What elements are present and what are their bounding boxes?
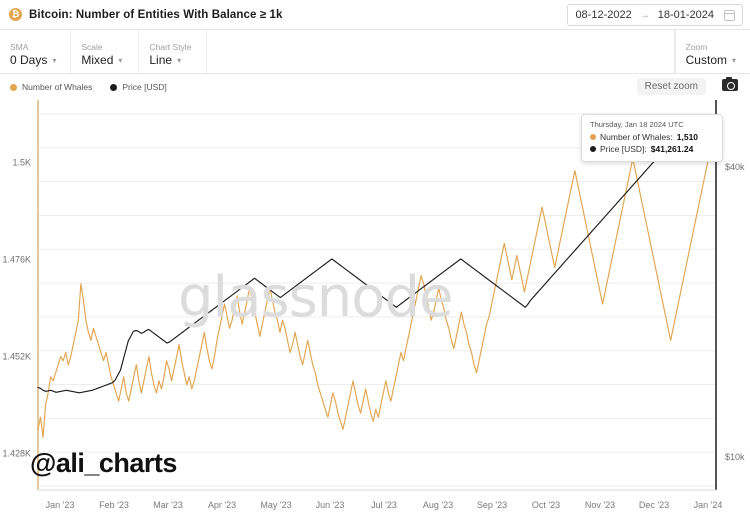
- control-chart-style-value[interactable]: Line ▾: [149, 53, 192, 68]
- control-scale-value[interactable]: Mixed ▾: [81, 53, 124, 68]
- author-handle-watermark: @ali_charts: [30, 448, 177, 478]
- svg-text:Nov '23: Nov '23: [585, 500, 615, 510]
- svg-text:$40k: $40k: [725, 162, 745, 172]
- svg-text:May '23: May '23: [260, 500, 291, 510]
- tooltip-row-whales: Number of Whales: 1,510: [590, 131, 714, 143]
- legend-label-price: Price [USD]: [122, 82, 167, 92]
- svg-text:$10k: $10k: [725, 452, 745, 462]
- svg-text:Jan '23: Jan '23: [46, 500, 75, 510]
- control-zoom-value-text: Custom: [685, 52, 727, 67]
- date-range-picker[interactable]: 08-12-2022 → 18-01-2024: [567, 4, 743, 26]
- legend-bar: Number of Whales Price [USD] Reset zoom: [0, 74, 750, 100]
- control-scale[interactable]: Scale Mixed ▾: [71, 30, 140, 73]
- title-wrap: ₿ Bitcoin: Number of Entities With Balan…: [0, 8, 283, 21]
- control-zoom-label: Zoom: [685, 41, 708, 52]
- legend-label-whales: Number of Whales: [22, 82, 93, 92]
- control-sma-value-text: 0 Days: [10, 52, 48, 67]
- tooltip-dot-price: [590, 146, 596, 152]
- date-range-arrow: →: [639, 9, 650, 21]
- svg-text:Oct '23: Oct '23: [532, 500, 560, 510]
- svg-text:Jun '23: Jun '23: [316, 500, 345, 510]
- control-zoom[interactable]: Zoom Custom ▾: [674, 30, 750, 73]
- svg-text:1.476K: 1.476K: [2, 255, 31, 265]
- calendar-icon[interactable]: [724, 9, 735, 21]
- svg-text:1.428K: 1.428K: [2, 449, 31, 459]
- chevron-down-icon: ▾: [177, 55, 182, 65]
- date-to[interactable]: 18-01-2024: [658, 9, 714, 21]
- tooltip-dot-whales: [590, 134, 596, 140]
- page-title: Bitcoin: Number of Entities With Balance…: [29, 8, 283, 21]
- chart-header: ₿ Bitcoin: Number of Entities With Balan…: [0, 0, 750, 30]
- tooltip-label-whales: Number of Whales:: [600, 132, 673, 142]
- camera-icon[interactable]: [722, 77, 738, 91]
- svg-text:1.452K: 1.452K: [2, 352, 31, 362]
- svg-text:Aug '23: Aug '23: [423, 500, 453, 510]
- control-scale-label: Scale: [81, 41, 103, 52]
- control-sma-label: SMA: [10, 41, 29, 52]
- svg-text:Mar '23: Mar '23: [153, 500, 183, 510]
- controls-spacer: [207, 30, 675, 73]
- chevron-down-icon: ▾: [52, 55, 57, 65]
- tooltip-value-price: $41,261.24: [650, 144, 694, 154]
- control-chart-style-value-text: Line: [149, 52, 173, 67]
- control-chart-style-label: Chart Style: [149, 41, 192, 52]
- chevron-down-icon: ▾: [118, 55, 123, 65]
- svg-text:Jul '23: Jul '23: [371, 500, 397, 510]
- control-scale-value-text: Mixed: [81, 52, 114, 67]
- date-from[interactable]: 08-12-2022: [575, 9, 631, 21]
- control-sma[interactable]: SMA 0 Days ▾: [0, 30, 72, 73]
- svg-text:Feb '23: Feb '23: [99, 500, 129, 510]
- svg-text:Jan '24: Jan '24: [694, 500, 723, 510]
- chevron-down-icon: ▾: [731, 55, 736, 65]
- tooltip-date: Thursday, Jan 18 2024 UTC: [590, 120, 684, 129]
- tooltip-label-price: Price [USD]:: [600, 144, 647, 154]
- chart-tooltip: Thursday, Jan 18 2024 UTC Number of Whal…: [581, 114, 723, 162]
- reset-zoom-button[interactable]: Reset zoom: [636, 78, 706, 95]
- control-zoom-value[interactable]: Custom ▾: [686, 53, 736, 68]
- svg-text:Dec '23: Dec '23: [639, 500, 669, 510]
- bitcoin-icon: ₿: [9, 8, 22, 21]
- svg-text:Apr '23: Apr '23: [208, 500, 236, 510]
- controls-bar: SMA 0 Days ▾ Scale Mixed ▾ Chart Style L…: [0, 30, 750, 74]
- legend-dot-whales: [10, 83, 17, 91]
- tooltip-row-price: Price [USD]: $41,261.24: [590, 143, 714, 155]
- legend-dot-price: [110, 83, 118, 91]
- legend-item-price[interactable]: Price [USD]: [110, 82, 167, 92]
- control-sma-value[interactable]: 0 Days ▾: [10, 53, 56, 68]
- svg-text:1.5K: 1.5K: [12, 158, 31, 168]
- tooltip-value-whales: 1,510: [676, 132, 699, 142]
- control-chart-style[interactable]: Chart Style Line ▾: [139, 30, 208, 73]
- svg-text:Sep '23: Sep '23: [477, 500, 507, 510]
- legend-item-whales[interactable]: Number of Whales: [10, 82, 92, 92]
